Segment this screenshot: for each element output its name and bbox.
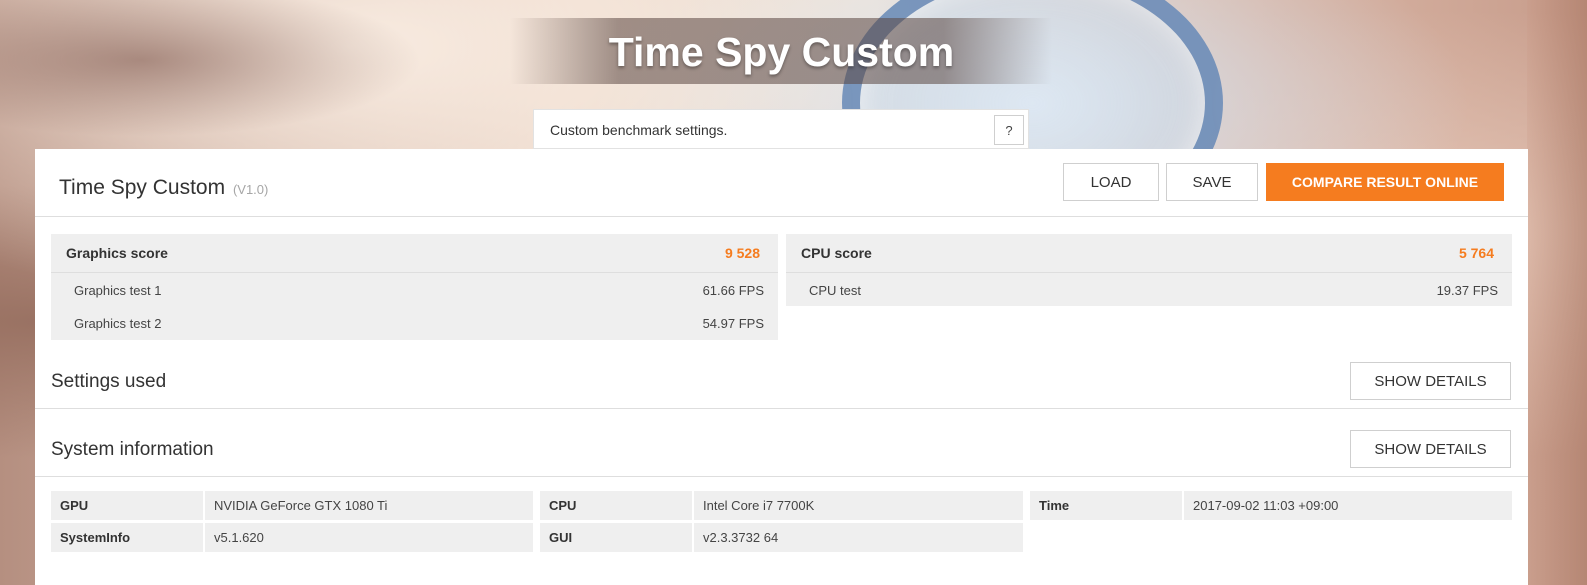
description-text: Custom benchmark settings. (550, 122, 728, 138)
cpu-label: CPU (540, 491, 694, 520)
cpu-test-row: CPU test 19.37 FPS (786, 273, 1512, 306)
cpu-score-box: CPU score 5 764 CPU test 19.37 FPS (786, 234, 1512, 306)
settings-show-details-button[interactable]: SHOW DETAILS (1350, 362, 1511, 400)
table-row: GUI v2.3.3732 64 (540, 523, 1023, 552)
save-button[interactable]: SAVE (1166, 163, 1258, 201)
graphics-score-value: 9 528 (724, 245, 760, 261)
test-fps: 19.37 FPS (1436, 283, 1498, 298)
panel-title-text: Time Spy Custom (59, 176, 226, 199)
system-information-section: System information SHOW DETAILS (35, 419, 1528, 477)
panel-header: Time Spy Custom (V1.0) LOAD SAVE COMPARE… (35, 149, 1528, 217)
compare-result-online-button[interactable]: COMPARE RESULT ONLINE (1266, 163, 1504, 201)
help-button[interactable]: ? (994, 115, 1024, 145)
graphics-test-row: Graphics test 1 61.66 FPS (51, 273, 778, 306)
test-fps: 61.66 FPS (702, 283, 764, 298)
graphics-test-row: Graphics test 2 54.97 FPS (51, 306, 778, 339)
system-info-table-3: Time 2017-09-02 11:03 +09:00 (1030, 488, 1512, 523)
system-info-table-2: CPU Intel Core i7 7700K GUI v2.3.3732 64 (540, 488, 1023, 555)
cpu-score-header: CPU score 5 764 (786, 234, 1512, 273)
background-pillar (1527, 0, 1587, 585)
table-row: SystemInfo v5.1.620 (51, 523, 533, 552)
cpu-score-value: 5 764 (1458, 245, 1494, 261)
graphics-score-header: Graphics score 9 528 (51, 234, 778, 273)
page-title: Time Spy Custom (608, 29, 955, 75)
load-button[interactable]: LOAD (1063, 163, 1159, 201)
panel-title: Time Spy Custom (V1.0) (59, 176, 268, 200)
result-panel: Time Spy Custom (V1.0) LOAD SAVE COMPARE… (35, 149, 1528, 585)
time-value: 2017-09-02 11:03 +09:00 (1184, 491, 1512, 520)
time-label: Time (1030, 491, 1184, 520)
system-show-details-button[interactable]: SHOW DETAILS (1350, 430, 1511, 468)
graphics-score-label: Graphics score (66, 245, 168, 261)
gui-label: GUI (540, 523, 694, 552)
test-name: Graphics test 1 (74, 283, 162, 298)
table-row: Time 2017-09-02 11:03 +09:00 (1030, 491, 1512, 520)
table-row: CPU Intel Core i7 7700K (540, 491, 1023, 520)
cpu-value: Intel Core i7 7700K (694, 491, 1023, 520)
test-fps: 54.97 FPS (702, 316, 764, 331)
graphics-score-box: Graphics score 9 528 Graphics test 1 61.… (51, 234, 778, 340)
settings-used-title: Settings used (51, 371, 167, 392)
settings-used-section: Settings used SHOW DETAILS (35, 351, 1528, 409)
systeminfo-label: SystemInfo (51, 523, 205, 552)
table-row: GPU NVIDIA GeForce GTX 1080 Ti (51, 491, 533, 520)
cpu-score-label: CPU score (801, 245, 872, 261)
description-bar: Custom benchmark settings. ? (533, 109, 1029, 149)
system-information-title: System information (51, 439, 214, 460)
gpu-value: NVIDIA GeForce GTX 1080 Ti (205, 491, 533, 520)
gui-value: v2.3.3732 64 (694, 523, 1023, 552)
system-info-table-1: GPU NVIDIA GeForce GTX 1080 Ti SystemInf… (51, 488, 533, 555)
gpu-label: GPU (51, 491, 205, 520)
test-name: Graphics test 2 (74, 316, 162, 331)
systeminfo-value: v5.1.620 (205, 523, 533, 552)
test-name: CPU test (809, 283, 862, 298)
panel-version: (V1.0) (232, 182, 269, 197)
